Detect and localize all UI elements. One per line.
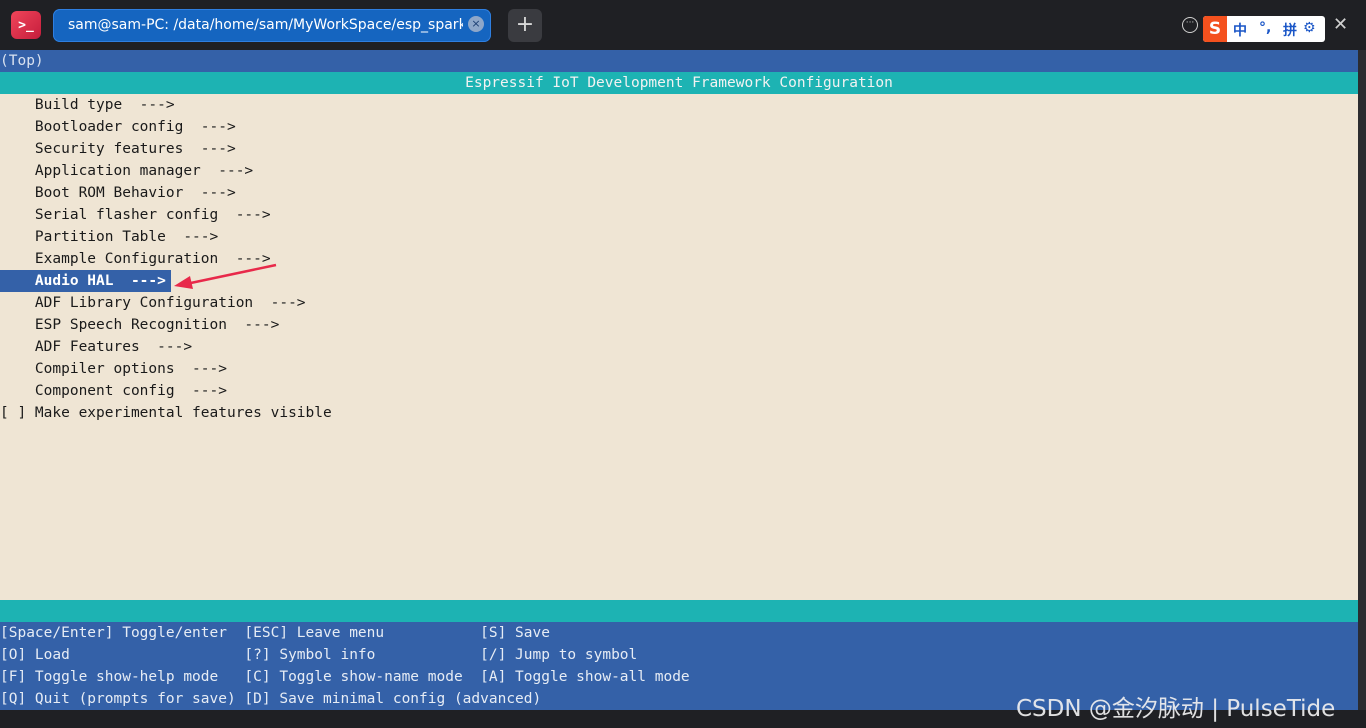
menu-checkbox-item[interactable]: [ ] Make experimental features visible [0, 402, 332, 424]
ime-chinese-mode[interactable]: 中 [1233, 20, 1247, 40]
ime-settings-icon[interactable]: ⚙ [1303, 20, 1316, 36]
annotation-arrow-head [174, 276, 193, 289]
separator-bar [0, 600, 1358, 622]
ime-punctuation-mode[interactable]: °, [1259, 20, 1271, 36]
annotation-arrow [174, 263, 277, 289]
title-bar: >_ sam@sam-PC: /data/home/sam/MyWorkSpac… [0, 0, 1366, 50]
tab-terminal-session[interactable]: sam@sam-PC: /data/home/sam/MyWorkSpace/e… [53, 9, 491, 42]
sogou-logo-icon[interactable]: S [1203, 16, 1227, 42]
tab-label: sam@sam-PC: /data/home/sam/MyWorkSpace/e… [68, 17, 463, 33]
annotation-arrow-line [185, 263, 277, 286]
ime-toolbar: S 中 °, 拼 ⚙ [1203, 16, 1325, 42]
terminal-area[interactable]: (Top) Espressif IoT Development Framewor… [0, 50, 1358, 710]
terminal-app-icon[interactable]: >_ [11, 11, 41, 39]
menu-header-title: Espressif IoT Development Framework Conf… [465, 75, 893, 91]
help-line: [F] Toggle show-help mode [C] Toggle sho… [0, 669, 690, 685]
more-options-icon[interactable]: ··· [1182, 17, 1198, 33]
help-line: [Space/Enter] Toggle/enter [ESC] Leave m… [0, 625, 550, 641]
watermark: CSDN @金汐脉动 | PulseTide [1016, 696, 1336, 722]
scrollbar[interactable] [1358, 50, 1366, 710]
help-line: [Q] Quit (prompts for save) [D] Save min… [0, 691, 542, 707]
new-tab-button[interactable]: + [508, 9, 542, 42]
close-window-icon[interactable]: ✕ [1333, 14, 1348, 35]
menu-item[interactable]: Compiler options ---> [0, 358, 227, 380]
tab-close-icon[interactable]: × [468, 16, 484, 32]
help-line: [O] Load [?] Symbol info [/] Jump to sym… [0, 647, 638, 663]
menu-item[interactable]: Component config ---> [0, 380, 227, 402]
menu-item[interactable]: ADF Features ---> [0, 336, 192, 358]
menu-item[interactable]: ESP Speech Recognition ---> [0, 314, 279, 336]
ime-pinyin-mode[interactable]: 拼 [1283, 20, 1297, 40]
